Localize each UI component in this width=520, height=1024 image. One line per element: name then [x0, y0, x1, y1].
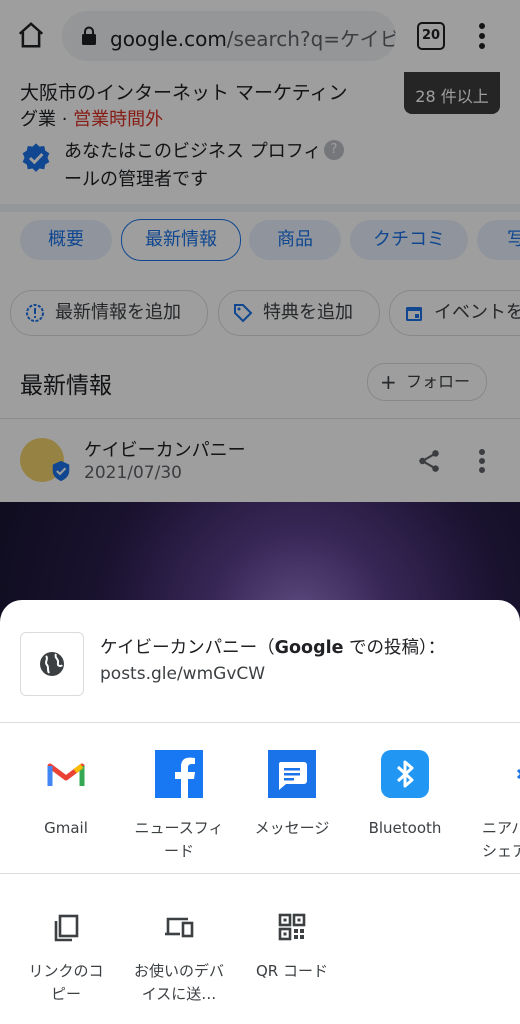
nearby-share-icon	[516, 768, 520, 780]
messages-icon	[268, 750, 316, 798]
share-app-label: ニアバイ シェア	[482, 819, 520, 860]
tool-label: QR コード	[256, 962, 328, 980]
devices-icon	[165, 917, 194, 938]
share-app-label: ニュースフィード	[134, 819, 224, 860]
share-apps-row: Gmail ニュースフィード メッセージ Bluetooth ニアバ シェア	[0, 723, 520, 874]
copy-icon	[54, 914, 79, 942]
bluetooth-icon	[381, 750, 429, 798]
share-app-gmail[interactable]: Gmail	[10, 723, 122, 873]
share-tools-row: リンクのコピー お使いのデバイスに送… QR コード	[0, 875, 520, 1024]
share-app-bluetooth[interactable]: Bluetooth	[349, 723, 461, 873]
copy-link-button[interactable]: リンクのコピー	[10, 875, 122, 1024]
share-sheet-header: ケイビーカンパニー（Google での投稿）： posts.gle/wmGvCW	[0, 600, 520, 723]
send-to-devices-button[interactable]: お使いのデバイスに送…	[123, 875, 235, 1024]
share-title: ケイビーカンパニー（Google での投稿）：	[100, 634, 445, 659]
facebook-icon	[155, 750, 203, 798]
globe-icon	[40, 652, 64, 676]
share-app-messages[interactable]: メッセージ	[236, 723, 348, 873]
qr-code-icon	[278, 913, 306, 941]
share-sheet: ケイビーカンパニー（Google での投稿）： posts.gle/wmGvCW…	[0, 600, 520, 1024]
share-url: posts.gle/wmGvCW	[100, 664, 266, 684]
tool-label: リンクのコピー	[28, 962, 104, 1003]
share-title-suffix: での投稿）：	[343, 638, 446, 658]
share-app-label: メッセージ	[254, 819, 330, 837]
tool-label: お使いのデバイスに送…	[133, 962, 224, 1003]
share-title-prefix: ケイビーカンパニー（	[100, 638, 275, 658]
qr-code-button[interactable]: QR コード	[236, 875, 348, 1024]
share-app-label: Gmail	[44, 819, 88, 837]
share-app-facebook[interactable]: ニュースフィード	[123, 723, 235, 873]
share-app-nearby[interactable]: ニアバイ シェア	[462, 723, 520, 873]
share-app-label: Bluetooth	[368, 819, 442, 837]
gmail-icon	[47, 763, 85, 786]
share-title-bold: Google	[274, 638, 344, 658]
site-favicon	[20, 632, 84, 696]
share-apps-scroller[interactable]: Gmail ニュースフィード メッセージ Bluetooth ニアバ シェア	[0, 723, 520, 873]
